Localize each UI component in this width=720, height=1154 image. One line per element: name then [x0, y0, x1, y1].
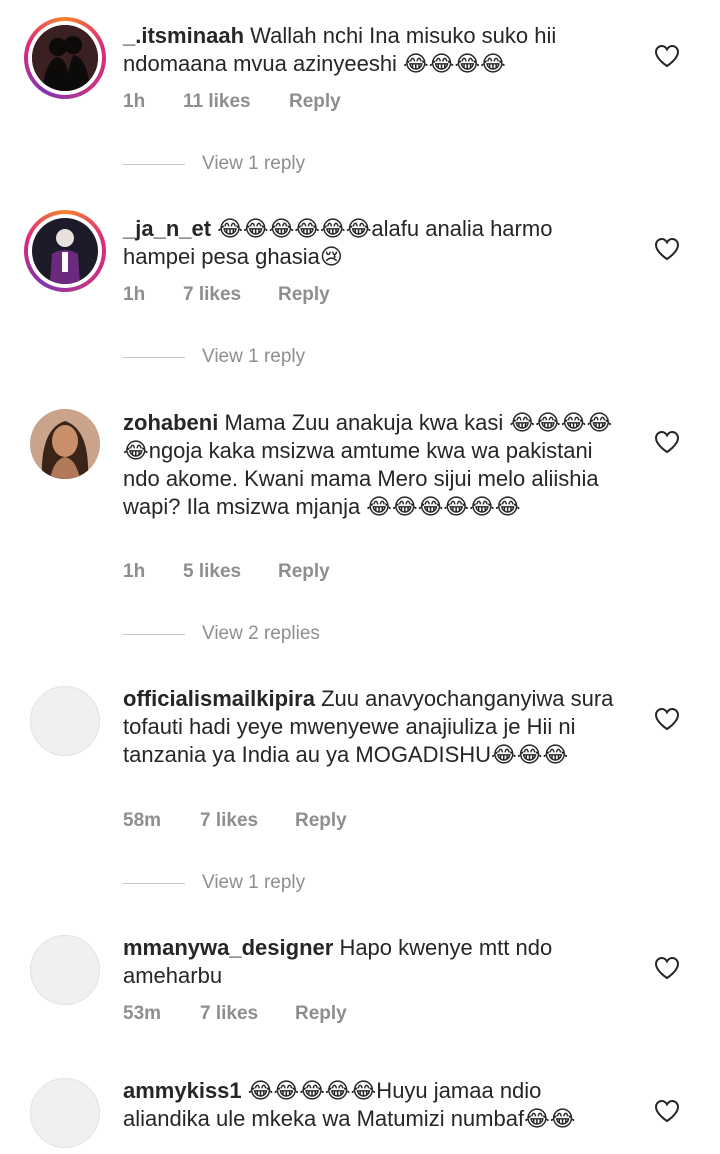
heart-icon[interactable] — [654, 430, 680, 454]
view-replies-label: View 2 replies — [202, 623, 320, 644]
view-replies-label: View 1 reply — [202, 872, 306, 893]
comment-likes[interactable]: 7 likes — [200, 1003, 295, 1025]
view-replies-button[interactable]: View 1 reply — [123, 153, 305, 175]
avatar-wrapper[interactable] — [24, 680, 106, 762]
avatar-wrapper[interactable] — [24, 403, 106, 485]
reply-button[interactable]: Reply — [278, 561, 330, 583]
divider-line — [123, 633, 185, 635]
comment-likes[interactable]: 7 likes — [200, 810, 295, 832]
comment-username[interactable]: mmanywa_designer — [123, 935, 333, 960]
avatar — [32, 25, 98, 91]
comment-text: _ja_n_et 😂😂😂😂😂😂alafu analia harmo hampei… — [123, 215, 623, 271]
comment-text: officialismailkipira Zuu anavyochanganyi… — [123, 685, 623, 769]
comment-text: ammykiss1 😂😂😂😂😂Huyu jamaa ndio aliandika… — [123, 1077, 623, 1133]
heart-icon[interactable] — [654, 707, 680, 731]
heart-icon[interactable] — [654, 956, 680, 980]
divider-line — [123, 356, 185, 358]
comment-username[interactable]: ammykiss1 — [123, 1078, 242, 1103]
comment-text: zohabeni Mama Zuu anakuja kwa kasi 😂😂😂😂😂… — [123, 409, 623, 521]
comment-username[interactable]: zohabeni — [123, 410, 218, 435]
comment-username[interactable]: officialismailkipira — [123, 686, 315, 711]
divider-line — [123, 882, 185, 884]
comment-time: 1h — [123, 284, 146, 305]
default-avatar — [30, 686, 100, 756]
comment-likes[interactable]: 7 likes — [183, 284, 278, 306]
heart-icon[interactable] — [654, 1099, 680, 1123]
comment-time: 1h — [123, 91, 146, 112]
reply-button[interactable]: Reply — [295, 1003, 347, 1025]
reply-button[interactable]: Reply — [278, 284, 330, 306]
comment-likes[interactable]: 11 likes — [183, 91, 289, 113]
view-replies-button[interactable]: View 2 replies — [123, 623, 320, 645]
comment-meta: 53m 7 likes Reply — [123, 1003, 347, 1025]
comment-time: 1h — [123, 561, 146, 582]
avatar-wrapper[interactable] — [24, 1072, 106, 1154]
comment-time: 53m — [123, 1003, 162, 1024]
comment-meta: 1h 7 likes Reply — [123, 284, 330, 306]
heart-icon[interactable] — [654, 237, 680, 261]
comment-likes[interactable]: 5 likes — [183, 561, 278, 583]
divider-line — [123, 163, 185, 165]
heart-icon[interactable] — [654, 44, 680, 68]
avatar-story-ring[interactable] — [24, 17, 106, 99]
avatar — [30, 409, 100, 479]
comment-text: _.itsminaah Wallah nchi Ina misuko suko … — [123, 22, 623, 78]
default-avatar — [30, 935, 100, 1005]
avatar-story-ring[interactable] — [24, 210, 106, 292]
view-replies-button[interactable]: View 1 reply — [123, 346, 305, 368]
view-replies-label: View 1 reply — [202, 153, 306, 174]
comment-meta: 58m 7 likes Reply — [123, 810, 347, 832]
reply-button[interactable]: Reply — [295, 810, 347, 832]
avatar — [32, 218, 98, 284]
view-replies-button[interactable]: View 1 reply — [123, 872, 305, 894]
view-replies-label: View 1 reply — [202, 346, 306, 367]
avatar-wrapper[interactable] — [24, 929, 106, 1011]
comment-text: mmanywa_designer Hapo kwenye mtt ndo ame… — [123, 934, 623, 990]
comment-time: 58m — [123, 810, 162, 831]
comment-username[interactable]: _ja_n_et — [123, 216, 211, 241]
comment-meta: 1h 5 likes Reply — [123, 561, 330, 583]
comment-meta: 1h 11 likes Reply — [123, 91, 341, 113]
reply-button[interactable]: Reply — [289, 91, 341, 113]
comment-username[interactable]: _.itsminaah — [123, 23, 244, 48]
default-avatar — [30, 1078, 100, 1148]
